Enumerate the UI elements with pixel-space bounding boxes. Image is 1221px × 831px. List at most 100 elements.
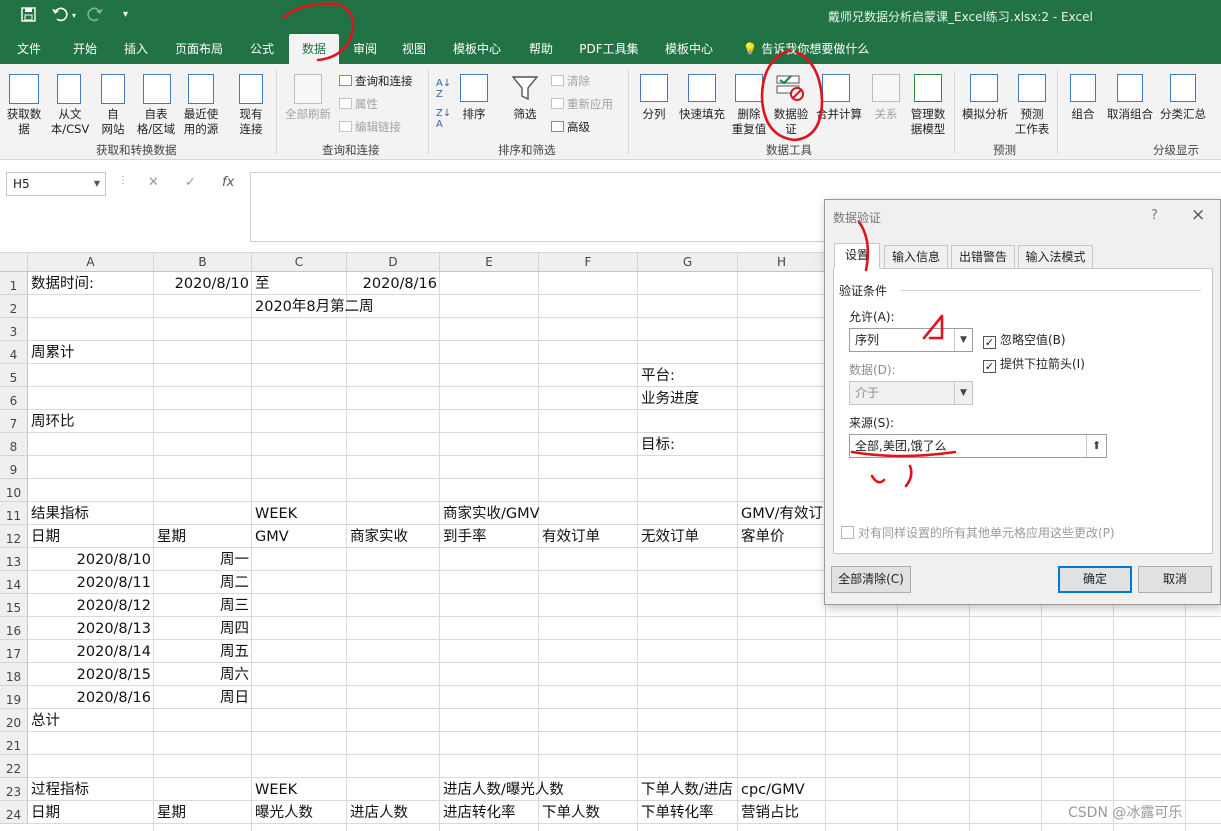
remove-duplicates-button[interactable]: 删除 重复值 <box>727 107 771 137</box>
cell-a13[interactable]: 2020/8/10 <box>28 550 154 573</box>
row-header-15[interactable]: 15 <box>0 594 28 617</box>
undo-icon[interactable] <box>51 7 69 26</box>
insert-function-icon[interactable]: fx <box>222 175 234 190</box>
sort-za-icon[interactable]: Z↓ A <box>436 108 451 130</box>
source-input[interactable]: 全部,美团,饿了么 ⬆ <box>849 434 1107 458</box>
close-button[interactable]: × <box>1191 205 1205 225</box>
tab-error-alert[interactable]: 出错警告 <box>951 245 1015 269</box>
name-box[interactable]: H5 ▼ <box>6 172 106 196</box>
from-table-range-button[interactable]: 自表 格/区域 <box>132 107 180 137</box>
row-header-20[interactable]: 20 <box>0 709 28 732</box>
row-header-10[interactable]: 10 <box>0 479 28 502</box>
cancel-entry-icon[interactable]: ✕ <box>148 175 159 190</box>
cell-a14[interactable]: 2020/8/11 <box>28 573 154 596</box>
undo-dropdown-icon[interactable]: ▾ <box>72 11 76 20</box>
cell-d24[interactable]: 进店人数 <box>347 803 411 826</box>
cancel-button[interactable]: 取消 <box>1138 566 1212 593</box>
row-header-8[interactable]: 8 <box>0 433 28 456</box>
tab-review[interactable]: 审阅 <box>343 34 387 64</box>
column-header-a[interactable]: A <box>28 253 154 272</box>
row-header-1[interactable]: 1 <box>0 272 28 295</box>
cell-h12[interactable]: 客单价 <box>738 527 788 550</box>
tab-template-center-2[interactable]: 模板中心 <box>654 34 724 64</box>
sort-button[interactable]: 排序 <box>458 107 490 122</box>
reapply-button[interactable]: 重新应用 <box>551 96 613 112</box>
existing-connections-button[interactable]: 现有 连接 <box>230 107 272 137</box>
row-header-19[interactable]: 19 <box>0 686 28 709</box>
apply-all-checkbox[interactable]: 对有同样设置的所有其他单元格应用这些更改(P) <box>841 524 1115 541</box>
cell-b24[interactable]: 星期 <box>154 803 189 826</box>
row-header-17[interactable]: 17 <box>0 640 28 663</box>
filter-button[interactable]: 筛选 <box>508 107 542 122</box>
column-header-b[interactable]: B <box>154 253 252 272</box>
cell-b18[interactable]: 周六 <box>154 665 252 688</box>
cell-b1[interactable]: 2020/8/10 <box>154 274 252 297</box>
tab-insert[interactable]: 插入 <box>113 34 159 64</box>
row-header-5[interactable]: 5 <box>0 364 28 387</box>
clear-button[interactable]: 清除 <box>551 73 590 89</box>
cell-g23[interactable]: 下单人数/进店 <box>638 780 736 803</box>
cell-e11[interactable]: 商家实收/GMV <box>440 504 543 527</box>
cell-f12[interactable]: 有效订单 <box>539 527 603 550</box>
cell-e23[interactable]: 进店人数/曝光人数 <box>440 780 567 803</box>
cell-b15[interactable]: 周三 <box>154 596 252 619</box>
cell-d1[interactable]: 2020/8/16 <box>347 274 440 297</box>
tab-view[interactable]: 视图 <box>392 34 436 64</box>
tab-settings[interactable]: 设置 <box>834 243 880 269</box>
subtotal-button[interactable]: 分类汇总 <box>1157 107 1209 122</box>
cell-b12[interactable]: 星期 <box>154 527 189 550</box>
cell-a24[interactable]: 日期 <box>28 803 63 826</box>
get-data-button[interactable]: 获取数 据 <box>2 107 46 137</box>
row-header-13[interactable]: 13 <box>0 548 28 571</box>
cell-c12[interactable]: GMV <box>252 527 292 550</box>
ok-button[interactable]: 确定 <box>1058 566 1132 593</box>
relationships-button[interactable]: 关系 <box>868 107 904 122</box>
cell-c2[interactable]: 2020年8月第二周 <box>252 297 377 320</box>
row-header-16[interactable]: 16 <box>0 617 28 640</box>
cell-b17[interactable]: 周五 <box>154 642 252 665</box>
row-header-9[interactable]: 9 <box>0 456 28 479</box>
cell-a11[interactable]: 结果指标 <box>28 504 92 527</box>
group-button[interactable]: 组合 <box>1064 107 1102 122</box>
cell-a20[interactable]: 总计 <box>28 711 63 734</box>
cell-f24[interactable]: 下单人数 <box>539 803 603 826</box>
tab-help[interactable]: 帮助 <box>518 34 564 64</box>
cell-a18[interactable]: 2020/8/15 <box>28 665 154 688</box>
cell-h23[interactable]: cpc/GMV <box>738 780 808 803</box>
row-header-22[interactable]: 22 <box>0 755 28 778</box>
cell-a7[interactable]: 周环比 <box>28 412 78 435</box>
cell-b19[interactable]: 周日 <box>154 688 252 711</box>
tab-pdf-tools[interactable]: PDF工具集 <box>569 34 649 64</box>
row-header-4[interactable]: 4 <box>0 341 28 364</box>
cell-b14[interactable]: 周二 <box>154 573 252 596</box>
collapse-dialog-icon[interactable]: ⬆ <box>1086 435 1106 457</box>
row-header-21[interactable]: 21 <box>0 732 28 755</box>
row-header-11[interactable]: 11 <box>0 502 28 525</box>
cell-h24[interactable]: 营销占比 <box>738 803 802 826</box>
cell-g8[interactable]: 目标: <box>638 435 678 458</box>
from-text-csv-button[interactable]: 从文 本/CSV <box>46 107 94 137</box>
tab-formulas[interactable]: 公式 <box>239 34 285 64</box>
row-header-6[interactable]: 6 <box>0 387 28 410</box>
refresh-all-button[interactable]: 全部刷新 <box>280 107 336 122</box>
cell-c1[interactable]: 至 <box>252 274 273 297</box>
data-validation-button[interactable]: 数据验 证 <box>769 107 813 137</box>
column-header-g[interactable]: G <box>638 253 738 272</box>
what-if-analysis-button[interactable]: 模拟分析 <box>957 107 1013 122</box>
cell-g12[interactable]: 无效订单 <box>638 527 702 550</box>
tab-input-message[interactable]: 输入信息 <box>884 245 948 269</box>
save-icon[interactable] <box>21 7 36 26</box>
cell-g5[interactable]: 平台: <box>638 366 678 389</box>
row-header-24[interactable]: 24 <box>0 801 28 824</box>
column-header-h[interactable]: H <box>738 253 826 272</box>
text-to-columns-button[interactable]: 分列 <box>636 107 672 122</box>
forecast-sheet-button[interactable]: 预测 工作表 <box>1012 107 1052 137</box>
cell-c24[interactable]: 曝光人数 <box>252 803 316 826</box>
row-header-14[interactable]: 14 <box>0 571 28 594</box>
tab-data[interactable]: 数据 <box>289 34 339 64</box>
sort-az-icon[interactable]: A↓ Z <box>436 78 451 100</box>
cell-b16[interactable]: 周四 <box>154 619 252 642</box>
properties-button[interactable]: 属性 <box>339 96 378 112</box>
row-header-23[interactable]: 23 <box>0 778 28 801</box>
clear-all-button[interactable]: 全部清除(C) <box>831 566 911 593</box>
